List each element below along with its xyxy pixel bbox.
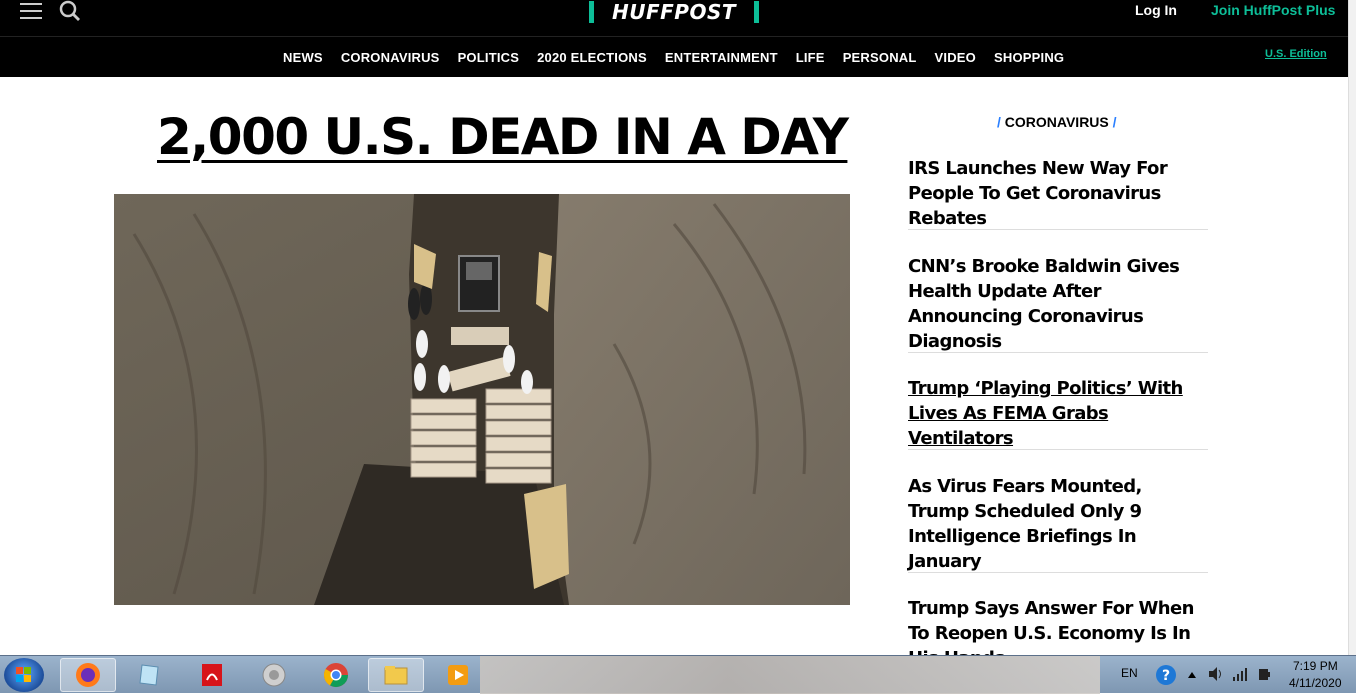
lead-photo[interactable]	[114, 194, 850, 605]
explorer-icon[interactable]	[368, 658, 424, 692]
divider	[908, 449, 1208, 450]
main-headline[interactable]: 2,000 U.S. DEAD IN A DAY	[157, 108, 849, 166]
notepad-icon[interactable]	[122, 658, 178, 692]
page-scrollbar[interactable]	[1348, 0, 1356, 655]
svg-text:?: ?	[1162, 668, 1170, 684]
divider	[908, 352, 1208, 353]
sidebar-story-5[interactable]: Trump Says Answer For When To Reopen U.S…	[908, 596, 1208, 655]
sidebar-story-1[interactable]: IRS Launches New Way For People To Get C…	[908, 156, 1208, 231]
divider	[908, 572, 1208, 573]
volume-icon[interactable]	[1208, 666, 1224, 687]
taskbar-background-preview	[480, 656, 1100, 694]
section-slash-left: /	[997, 114, 1005, 130]
join-plus-link[interactable]: Join HuffPost Plus	[1211, 2, 1335, 18]
section-label[interactable]: / CORONAVIRUS /	[997, 114, 1117, 130]
sidebar-story-3[interactable]: Trump ‘Playing Politics’ With Lives As F…	[908, 376, 1208, 451]
top-header: HUFFPOST Log In Join HuffPost Plus	[0, 0, 1348, 36]
nav-item-news[interactable]: NEWS	[283, 50, 323, 65]
chrome-icon[interactable]	[308, 658, 364, 692]
section-slash-right: /	[1108, 114, 1117, 130]
logo-text: HUFFPOST	[594, 1, 754, 23]
section-nav: NEWS CORONAVIRUS POLITICS 2020 ELECTIONS…	[283, 50, 1064, 65]
start-button[interactable]	[4, 658, 44, 692]
nav-item-entertainment[interactable]: ENTERTAINMENT	[665, 50, 778, 65]
nav-item-2020-elections[interactable]: 2020 ELECTIONS	[537, 50, 647, 65]
windows-taskbar: EN ? 7:19 PM 4/11/2020	[0, 655, 1356, 694]
menu-icon[interactable]	[20, 3, 42, 19]
firefox-icon[interactable]	[60, 658, 116, 692]
sidebar-story-2[interactable]: CNN’s Brooke Baldwin Gives Health Update…	[908, 254, 1208, 354]
mass-burial-image	[114, 194, 850, 605]
help-icon[interactable]: ?	[1155, 664, 1177, 691]
power-icon[interactable]	[1256, 666, 1272, 687]
nav-item-personal[interactable]: PERSONAL	[843, 50, 917, 65]
speaker-app-icon[interactable]	[246, 658, 302, 692]
nav-item-coronavirus[interactable]: CORONAVIRUS	[341, 50, 440, 65]
network-icon[interactable]	[1232, 666, 1248, 687]
nav-item-shopping[interactable]: SHOPPING	[994, 50, 1064, 65]
language-indicator[interactable]: EN	[1121, 666, 1138, 680]
divider	[908, 229, 1208, 230]
media-player-icon[interactable]	[430, 658, 486, 692]
search-icon[interactable]	[58, 0, 82, 24]
nav-item-politics[interactable]: POLITICS	[458, 50, 520, 65]
clock-date[interactable]: 4/11/2020	[1289, 676, 1342, 690]
nav-item-video[interactable]: VIDEO	[935, 50, 976, 65]
clock-time[interactable]: 7:19 PM	[1293, 659, 1338, 673]
sidebar-story-4[interactable]: As Virus Fears Mounted, Trump Scheduled …	[908, 474, 1208, 574]
acrobat-icon[interactable]	[184, 658, 240, 692]
show-hidden-icons-icon[interactable]	[1186, 668, 1198, 686]
huffpost-logo[interactable]: HUFFPOST	[589, 1, 759, 23]
login-link[interactable]: Log In	[1135, 2, 1177, 18]
nav-item-life[interactable]: LIFE	[796, 50, 825, 65]
edition-selector[interactable]: U.S. Edition	[1265, 48, 1327, 60]
section-label-text: CORONAVIRUS	[1004, 114, 1109, 130]
